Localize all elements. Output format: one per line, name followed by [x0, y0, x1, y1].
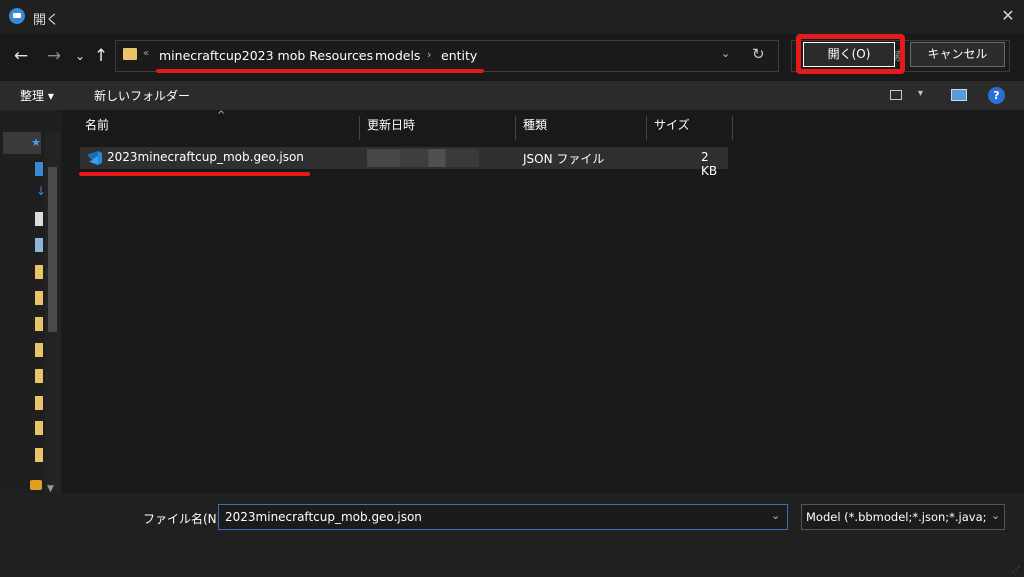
forward-button[interactable]: → — [42, 44, 66, 68]
new-folder-button[interactable]: 新しいフォルダー — [94, 87, 190, 104]
redacted-date — [367, 149, 479, 167]
column-header-name[interactable]: 名前 — [85, 116, 109, 133]
folder-icon[interactable] — [35, 317, 43, 331]
window-title: 開く — [33, 13, 60, 28]
file-type: JSON ファイル — [523, 152, 605, 166]
bottom-panel: ファイル名(N): ⌄ Model (*.bbmodel;*.json;*.ja… — [0, 493, 1024, 577]
folder-icon[interactable] — [35, 396, 43, 410]
folder-icon[interactable] — [35, 265, 43, 279]
folder-icon[interactable] — [35, 369, 43, 383]
folder-icon[interactable] — [35, 421, 43, 435]
open-button[interactable]: 開く(O) — [803, 42, 895, 67]
breadcrumb-separator-icon[interactable]: › — [358, 48, 362, 61]
up-button[interactable]: ↑ — [89, 44, 113, 68]
navigation-pane: ★ ↓ ▼ — [0, 110, 62, 502]
app-icon — [9, 8, 25, 24]
nav-scrollbar[interactable]: ▼ — [45, 132, 60, 502]
cancel-button[interactable]: キャンセル — [910, 42, 1005, 67]
filename-field[interactable]: ⌄ — [218, 504, 788, 530]
view-dropdown-icon[interactable]: ▾ — [918, 88, 923, 99]
address-dropdown-icon[interactable]: ⌄ — [721, 47, 730, 60]
drive-icon[interactable] — [30, 480, 42, 490]
picture-icon[interactable] — [35, 238, 43, 252]
filename-dropdown-icon[interactable]: ⌄ — [771, 509, 780, 522]
column-header-type[interactable]: 種類 — [523, 116, 547, 133]
toolbar: 整理 ▾ 新しいフォルダー ▾ ? — [0, 81, 1024, 110]
filename-input[interactable] — [225, 509, 755, 525]
annotation-underline-file — [79, 172, 310, 176]
breadcrumb-models[interactable]: models — [375, 48, 420, 63]
organize-button[interactable]: 整理 ▾ — [20, 87, 54, 104]
column-divider[interactable] — [515, 116, 516, 140]
folder-icon[interactable] — [35, 448, 43, 462]
filter-dropdown-icon[interactable]: ⌄ — [988, 509, 1001, 522]
file-row[interactable]: 2023minecraftcup_mob.geo.json JSON ファイル … — [80, 147, 728, 178]
desktop-icon[interactable] — [35, 162, 43, 176]
annotation-underline-path — [156, 69, 484, 73]
help-icon[interactable]: ? — [988, 87, 1005, 104]
overflow-chevron-icon[interactable]: « — [143, 48, 149, 59]
column-header-date[interactable]: 更新日時 — [367, 116, 415, 133]
view-options-icon[interactable] — [890, 90, 902, 100]
preview-pane-icon[interactable] — [951, 89, 967, 101]
scrollbar-thumb[interactable] — [48, 167, 57, 332]
file-size: 2 KB — [701, 150, 718, 178]
back-button[interactable]: ← — [9, 44, 33, 68]
folder-icon — [123, 48, 137, 60]
breadcrumb-resources[interactable]: minecraftcup2023 mob Resources — [159, 48, 373, 63]
resize-grip-icon[interactable]: ⋰ — [1012, 565, 1020, 574]
file-list: ^ 名前 更新日時 種類 サイズ 2023minecraftcup_mob.ge… — [72, 110, 1024, 493]
sort-ascending-icon: ^ — [217, 110, 226, 121]
column-divider[interactable] — [646, 116, 647, 140]
title-bar: 開く ✕ — [0, 0, 1024, 34]
column-header-size[interactable]: サイズ — [654, 116, 690, 133]
folder-icon[interactable] — [35, 291, 43, 305]
column-divider[interactable] — [359, 116, 360, 140]
document-icon[interactable] — [35, 212, 43, 226]
file-name: 2023minecraftcup_mob.geo.json — [107, 150, 304, 164]
filter-value: Model (*.bbmodel;*.json;*.java; — [806, 510, 987, 524]
breadcrumb-separator-icon[interactable]: › — [427, 48, 431, 61]
vscode-icon — [87, 151, 102, 165]
breadcrumb-entity[interactable]: entity — [441, 48, 477, 63]
address-bar[interactable]: « minecraftcup2023 mob Resources › model… — [115, 40, 779, 72]
close-icon[interactable]: ✕ — [996, 4, 1020, 28]
star-icon[interactable]: ★ — [31, 136, 41, 149]
folder-icon[interactable] — [35, 343, 43, 357]
file-type-filter[interactable]: Model (*.bbmodel;*.json;*.java; ⌄ — [801, 504, 1005, 530]
column-divider[interactable] — [732, 116, 733, 140]
refresh-icon[interactable]: ↻ — [752, 45, 765, 63]
filename-label: ファイル名(N): — [143, 512, 226, 526]
